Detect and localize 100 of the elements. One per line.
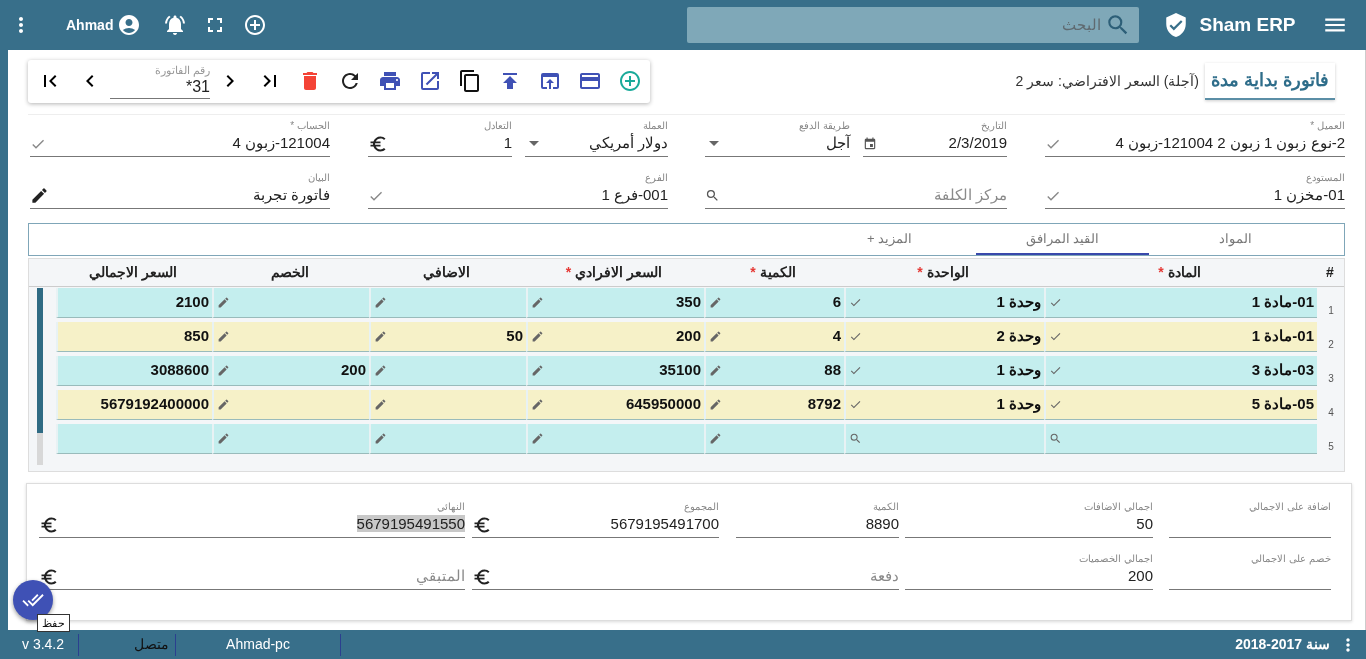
search-icon: [849, 432, 862, 445]
input-field[interactable]: 2-نوع زبون 1 زبون 2 121004-زبون 4: [1045, 131, 1345, 157]
input-field[interactable]: 5679195491700: [472, 512, 719, 538]
table-cell[interactable]: 8792: [704, 390, 844, 420]
table-cell[interactable]: [844, 424, 1044, 454]
pencil-icon: [531, 296, 544, 309]
bell-icon[interactable]: [163, 13, 188, 37]
input-field[interactable]: دولار أمريكي: [525, 131, 668, 157]
open-external-icon[interactable]: [418, 69, 442, 93]
pencil-icon: [709, 296, 722, 309]
check-icon: [849, 364, 862, 377]
table-cell[interactable]: 50: [369, 322, 526, 352]
table-cell[interactable]: 200: [526, 322, 704, 352]
pencil-icon: [374, 330, 387, 343]
table-cell[interactable]: وحدة 1: [844, 390, 1044, 420]
input-field[interactable]: 2/3/2019: [863, 131, 1007, 157]
row-number: 1: [1328, 304, 1334, 318]
table-cell[interactable]: 88: [704, 356, 844, 386]
table-cell[interactable]: 03-مادة 3: [1044, 356, 1317, 386]
table-cell[interactable]: [369, 390, 526, 420]
input-field[interactable]: 121004-زبون 4: [30, 131, 330, 157]
tab[interactable]: المواد: [1149, 224, 1322, 255]
input-field[interactable]: 01-مخزن 1: [1045, 183, 1345, 209]
table-cell[interactable]: 6: [704, 288, 844, 318]
table-cell[interactable]: 350: [526, 288, 704, 318]
input-field[interactable]: 001-فرع 1: [368, 183, 668, 209]
tab[interactable]: المزيد +: [803, 224, 976, 255]
table-cell[interactable]: 35100: [526, 356, 704, 386]
table-cell[interactable]: 01-مادة 1: [1044, 322, 1317, 352]
row-number: 4: [1328, 406, 1334, 420]
pencil-icon: [217, 296, 230, 309]
add-icon[interactable]: [243, 13, 268, 37]
calendar-icon: [863, 136, 877, 151]
table-cell[interactable]: 5679192400000: [56, 390, 212, 420]
table-cell[interactable]: [526, 424, 704, 454]
column-header: المادة: [1167, 263, 1201, 282]
table-cell[interactable]: [369, 356, 526, 386]
field-value: فاتورة تجربة: [252, 186, 330, 204]
table-cell[interactable]: 200: [212, 356, 369, 386]
table-cell[interactable]: [1044, 424, 1317, 454]
table-cell[interactable]: 05-مادة 5: [1044, 390, 1317, 420]
table-cell[interactable]: 645950000: [526, 390, 704, 420]
table-cell[interactable]: [212, 424, 369, 454]
user-name[interactable]: Ahmad: [66, 14, 114, 36]
pencil-icon: [30, 186, 49, 205]
input-field[interactable]: آجل: [705, 131, 850, 157]
column-header: الاضافي: [423, 263, 470, 283]
table-cell[interactable]: [212, 288, 369, 318]
input-field[interactable]: 50: [905, 512, 1153, 538]
table-cell[interactable]: 2100: [56, 288, 212, 318]
copy-icon[interactable]: [458, 69, 482, 93]
field-value: 2-نوع زبون 1 زبون 2 121004-زبون 4: [1115, 134, 1345, 152]
table-cell[interactable]: 850: [56, 322, 212, 352]
field-value: 2/3/2019: [948, 134, 1007, 152]
field-label: التاريخ: [981, 120, 1007, 131]
column-header: السعر الاجمالي: [89, 263, 177, 283]
input-field[interactable]: 5679195491550: [39, 512, 465, 538]
print-icon[interactable]: [378, 69, 402, 93]
page-title: فاتورة بداية مدة: [1205, 62, 1335, 100]
pencil-icon: [374, 296, 387, 309]
table-cell[interactable]: [704, 424, 844, 454]
field-label: اجمالي الخصميات: [1079, 553, 1153, 564]
field-value: 121004-زبون 4: [232, 134, 330, 152]
field-value: 200: [1127, 567, 1153, 585]
user-avatar-icon[interactable]: [117, 13, 142, 37]
pencil-icon: [709, 330, 722, 343]
input-field[interactable]: دفعة: [472, 564, 899, 590]
required-mark: *: [750, 263, 756, 282]
version-label: v 3.4.2: [21, 635, 66, 654]
pencil-icon: [531, 364, 544, 377]
scrollbar[interactable]: [37, 288, 43, 433]
pencil-icon: [531, 398, 544, 411]
input-field[interactable]: 8890: [736, 512, 899, 538]
field-label: اجمالي الاضافات: [1084, 501, 1153, 512]
input-field[interactable]: 1: [368, 131, 512, 157]
pencil-icon: [709, 364, 722, 377]
check-icon: [1049, 398, 1062, 411]
table-cell[interactable]: [212, 390, 369, 420]
table-cell[interactable]: 4: [704, 322, 844, 352]
table-cell[interactable]: [369, 424, 526, 454]
required-mark: *: [917, 263, 923, 282]
add-icon[interactable]: [618, 69, 642, 93]
row-number: 3: [1328, 372, 1334, 386]
pencil-icon: [709, 398, 722, 411]
table-cell[interactable]: وحدة 2: [844, 322, 1044, 352]
table-cell[interactable]: [56, 424, 212, 454]
input-field[interactable]: فاتورة تجربة: [30, 183, 330, 209]
required-mark: *: [1158, 263, 1164, 282]
table-cell[interactable]: وحدة 1: [844, 288, 1044, 318]
table-cell[interactable]: [212, 322, 369, 352]
pencil-icon: [531, 432, 544, 445]
table-cell[interactable]: 01-مادة 1: [1044, 288, 1317, 318]
save-button[interactable]: [13, 580, 53, 620]
table-cell[interactable]: 3088600: [56, 356, 212, 386]
search-icon: [1049, 432, 1062, 445]
table-cell[interactable]: وحدة 1: [844, 356, 1044, 386]
table-cell[interactable]: [369, 288, 526, 318]
tab[interactable]: القيد المرافق: [976, 224, 1149, 255]
field-value: 01-مخزن 1: [1273, 186, 1345, 204]
input-field[interactable]: 200: [905, 564, 1153, 590]
